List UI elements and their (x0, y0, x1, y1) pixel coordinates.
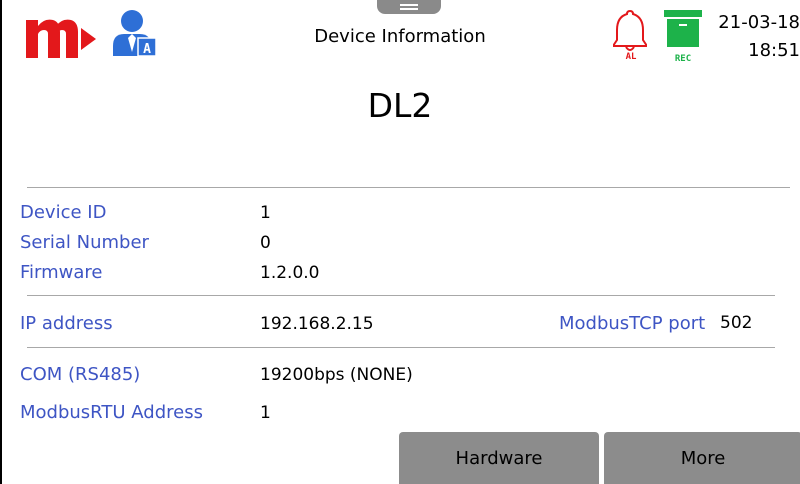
modbus-tcp-port-label: ModbusTCP port (559, 313, 706, 334)
divider (27, 187, 790, 188)
menu-handle-icon[interactable] (377, 0, 441, 14)
serial-number-label: Serial Number (20, 232, 149, 253)
bell-icon[interactable]: AL (613, 8, 647, 60)
divider (27, 347, 775, 348)
divider (27, 295, 775, 296)
svg-text:AL: AL (626, 52, 637, 60)
hardware-button[interactable]: Hardware (399, 432, 599, 484)
screen-border (0, 0, 2, 484)
time-display: 18:51 (748, 40, 800, 61)
modbus-rtu-address-value: 1 (260, 403, 271, 423)
ip-address-value: 192.168.2.15 (260, 314, 374, 334)
serial-number-value: 0 (260, 233, 271, 253)
com-label: COM (RS485) (20, 364, 141, 385)
more-button[interactable]: More (604, 432, 800, 484)
modbus-tcp-port-value: 502 (720, 313, 753, 333)
archive-icon[interactable]: REC (664, 10, 702, 62)
device-name: DL2 (367, 86, 433, 125)
firmware-value: 1.2.0.0 (260, 263, 320, 283)
device-id-label: Device ID (20, 202, 107, 223)
modbus-rtu-address-label: ModbusRTU Address (20, 402, 203, 423)
ip-address-label: IP address (20, 313, 113, 334)
firmware-label: Firmware (20, 262, 103, 283)
device-information-screen: A Device Information AL REC 21-03-18 18:… (0, 0, 800, 484)
date-display: 21-03-18 (718, 12, 800, 33)
device-id-value: 1 (260, 203, 271, 223)
svg-text:REC: REC (675, 54, 691, 62)
com-value: 19200bps (NONE) (260, 365, 413, 385)
